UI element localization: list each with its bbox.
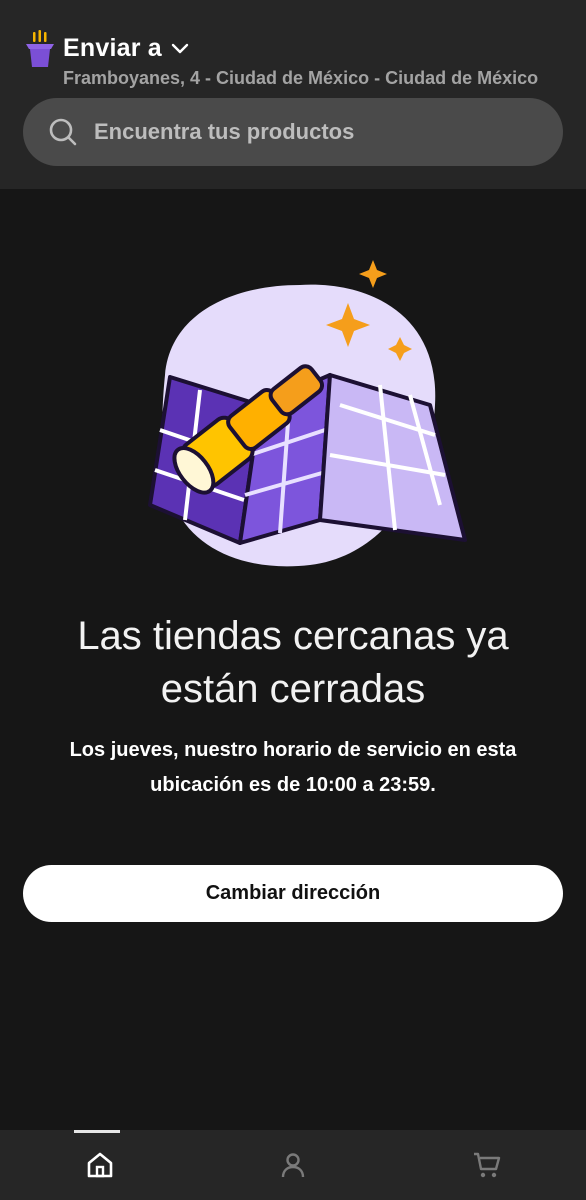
search-bar[interactable]: [23, 98, 563, 166]
chevron-down-icon: [171, 43, 189, 53]
nav-cart[interactable]: [432, 1130, 542, 1200]
search-input[interactable]: [92, 118, 536, 146]
service-hours-message: Los jueves, nuestro horario de servicio …: [69, 739, 517, 796]
sparkle-icon: [359, 260, 387, 288]
top-header: Enviar a Framboyanes, 4 - Ciudad de Méxi…: [0, 0, 586, 189]
deliver-to-selector[interactable]: Enviar a: [63, 34, 190, 63]
magic-hat-logo-icon: [26, 30, 54, 67]
deliver-to-label: Enviar a: [63, 34, 162, 62]
cart-icon: [474, 1152, 501, 1178]
change-address-button[interactable]: Cambiar dirección: [23, 865, 563, 922]
nav-active-indicator: [74, 1130, 120, 1133]
nav-account[interactable]: [238, 1130, 348, 1200]
map-with-telescope-illustration: [148, 260, 467, 567]
user-icon: [281, 1153, 305, 1178]
bottom-navigation: [0, 1130, 586, 1200]
search-icon: [49, 118, 77, 146]
delivery-address[interactable]: Framboyanes, 4 - Ciudad de México - Ciud…: [63, 68, 568, 89]
home-icon: [87, 1152, 113, 1178]
closed-title: Las tiendas cercanas ya están cerradas: [77, 614, 509, 711]
nav-home[interactable]: [45, 1130, 155, 1200]
